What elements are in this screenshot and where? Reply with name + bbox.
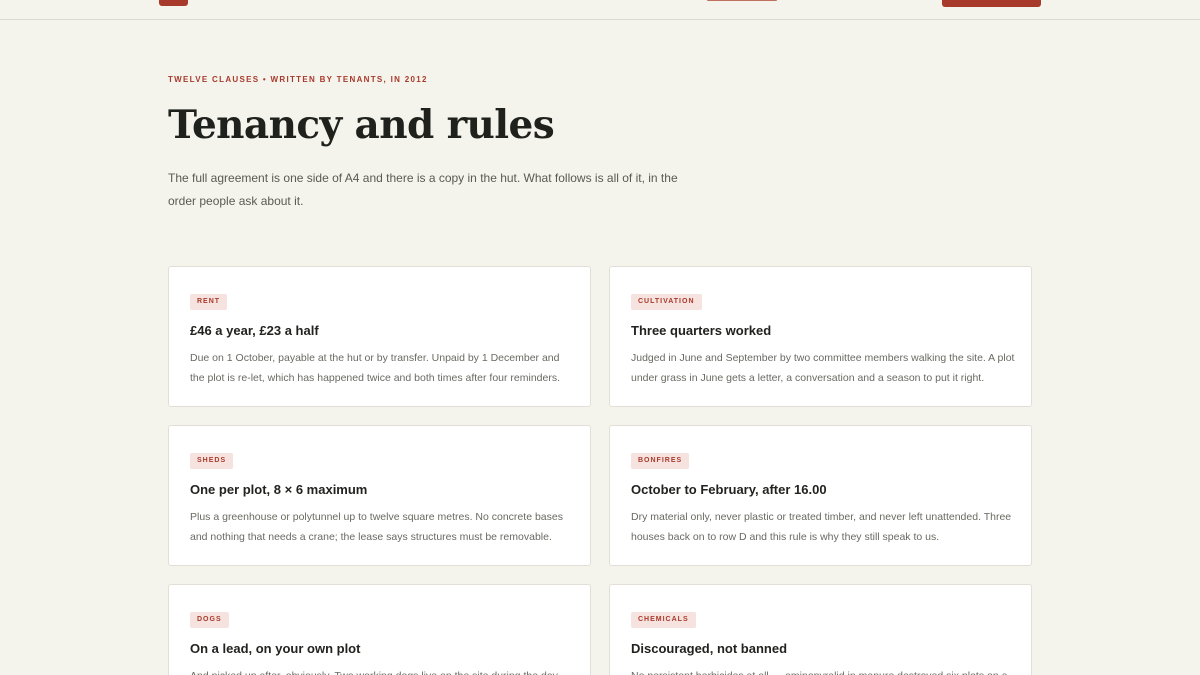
- page-title: Tenancy and rules: [168, 102, 555, 148]
- rule-tag: Dogs: [190, 612, 229, 628]
- rule-body: Dry material only, never plastic or trea…: [631, 511, 1012, 543]
- rule-card-chemicals: Chemicals Discouraged, not banned No per…: [609, 584, 1032, 675]
- rule-tag: Cultivation: [631, 294, 702, 310]
- page-eyebrow: Twelve clauses • written by tenants, in …: [168, 75, 428, 84]
- rule-body: No persistent herbicides at all — aminop…: [631, 666, 1016, 675]
- site-logo[interactable]: [159, 0, 188, 6]
- rule-title: Three quarters worked: [631, 323, 772, 338]
- rule-tag: Rent: [190, 294, 228, 310]
- rule-tag: Sheds: [190, 453, 234, 469]
- rule-body: Due on 1 October, payable at the hut or …: [190, 352, 561, 384]
- nav-active-indicator[interactable]: [707, 0, 777, 1]
- rule-title: October to February, after 16.00: [631, 482, 827, 497]
- page-intro: The full agreement is one side of A4 and…: [168, 171, 678, 208]
- rule-card-bonfires: Bonfires October to February, after 16.0…: [609, 425, 1032, 566]
- site-header: [0, 0, 1200, 20]
- rule-body: Judged in June and September by two comm…: [631, 352, 1015, 384]
- rule-title: On a lead, on your own plot: [190, 641, 361, 656]
- rule-card-rent: Rent £46 a year, £23 a half Due on 1 Oct…: [168, 266, 591, 407]
- rule-card-dogs: Dogs On a lead, on your own plot And pic…: [168, 584, 591, 675]
- rule-title: £46 a year, £23 a half: [190, 323, 319, 338]
- rule-tag: Bonfires: [631, 453, 690, 469]
- rule-title: One per plot, 8 × 6 maximum: [190, 482, 368, 497]
- rule-body: And picked up after, obviously. Two work…: [190, 666, 575, 675]
- rule-title: Discouraged, not banned: [631, 641, 788, 656]
- rule-body: Plus a greenhouse or polytunnel up to tw…: [190, 511, 563, 543]
- header-cta-button[interactable]: [942, 0, 1041, 7]
- rule-card-cultivation: Cultivation Three quarters worked Judged…: [609, 266, 1032, 407]
- rule-tag: Chemicals: [631, 612, 696, 628]
- rule-card-sheds: Sheds One per plot, 8 × 6 maximum Plus a…: [168, 425, 591, 566]
